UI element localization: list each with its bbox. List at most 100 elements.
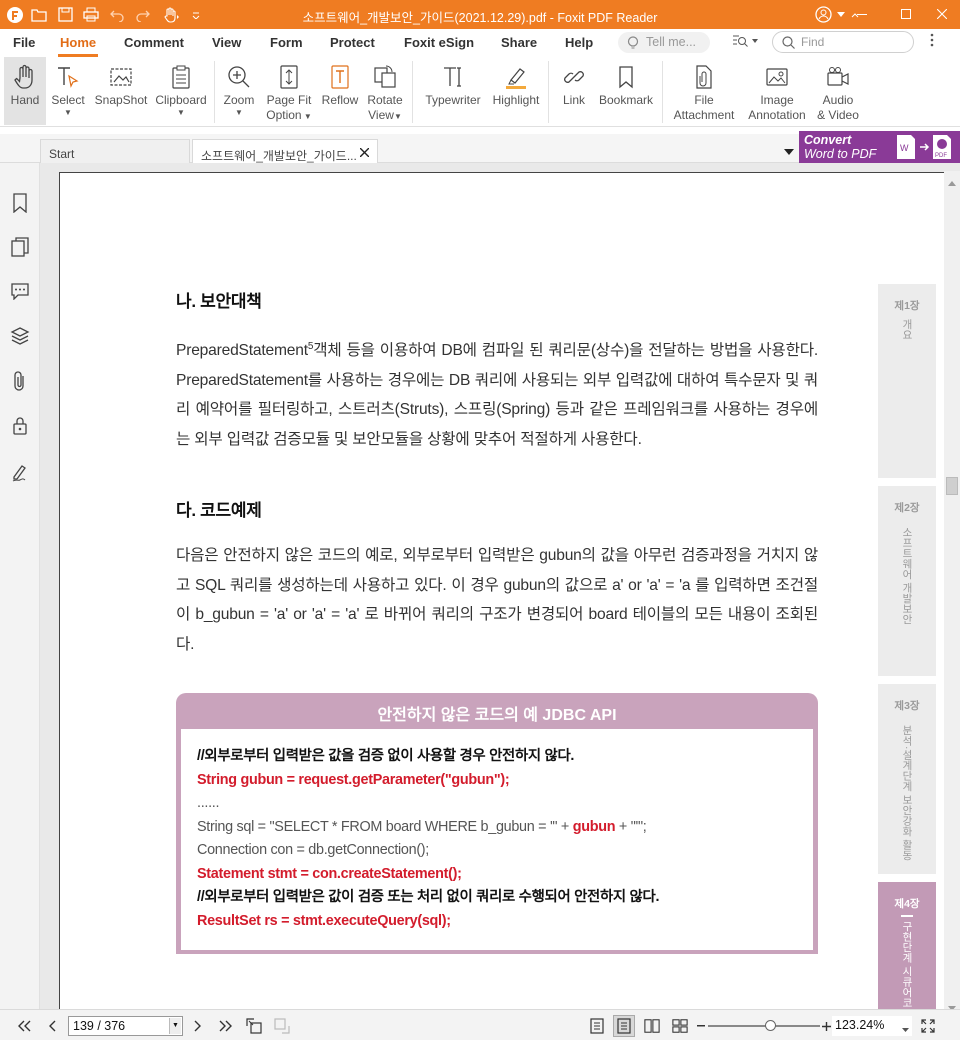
- reflow-label: Reflow: [321, 93, 359, 107]
- more-options-icon[interactable]: [930, 33, 942, 51]
- hand-icon: [14, 64, 33, 89]
- link-button[interactable]: Link: [556, 57, 592, 125]
- account-icon[interactable]: [812, 6, 834, 23]
- rotate-label-2: View▼: [368, 108, 402, 122]
- audio-video-label-1: Audio: [822, 93, 854, 107]
- snapshot-button[interactable]: SnapShot: [92, 57, 150, 125]
- zoom-level-input[interactable]: 123.24%: [832, 1016, 912, 1036]
- clipboard-button[interactable]: Clipboard ▼: [154, 57, 208, 125]
- close-tab-icon[interactable]: [359, 146, 370, 160]
- chapter-name: 구현단계 시큐어코: [901, 921, 913, 1008]
- fullscreen-icon[interactable]: [920, 1018, 936, 1034]
- minimize-button[interactable]: [842, 4, 882, 24]
- code-line: ResultSet rs = stmt.executeQuery(sql);: [197, 912, 451, 929]
- rotate-label-1: Rotate: [367, 93, 403, 107]
- typewriter-button[interactable]: Typewriter: [420, 57, 486, 125]
- snapshot-label: SnapShot: [94, 93, 148, 107]
- menu-protect[interactable]: Protect: [330, 35, 375, 50]
- attachments-panel-icon[interactable]: [9, 370, 31, 392]
- navigation-panel: [0, 163, 47, 1009]
- chapter-name: 분석·설계단계 보안강화 활동: [901, 725, 913, 861]
- hand-button[interactable]: Hand: [4, 57, 46, 125]
- zoom-dropdown-icon[interactable]: [902, 1021, 909, 1035]
- file-attachment-button[interactable]: File Attachment: [668, 57, 740, 125]
- page-number-input[interactable]: 139 / 376 ▼: [68, 1016, 183, 1036]
- page-dropdown-icon[interactable]: ▼: [169, 1018, 181, 1034]
- menu-view[interactable]: View: [212, 35, 241, 50]
- zoom-slider-thumb[interactable]: [764, 1020, 776, 1031]
- page-fit-label-2: Option ▼: [266, 108, 312, 122]
- link-icon: [564, 71, 584, 83]
- code-line: //외부로부터 입력받은 값이 검증 또는 처리 없이 쿼리로 수행되어 안전하…: [197, 889, 660, 905]
- menu-form[interactable]: Form: [270, 35, 303, 50]
- select-button[interactable]: Select ▼: [50, 57, 86, 125]
- image-annotation-button[interactable]: Image Annotation: [742, 57, 812, 125]
- last-page-icon[interactable]: [218, 1018, 234, 1034]
- menu-file[interactable]: File: [13, 35, 35, 50]
- continuous-facing-view-icon[interactable]: [672, 1018, 688, 1034]
- rotate-view-button[interactable]: Rotate View▼: [362, 57, 408, 125]
- close-button[interactable]: [922, 4, 960, 24]
- menu-comment[interactable]: Comment: [124, 35, 184, 50]
- bookmarks-panel-icon[interactable]: [9, 192, 31, 214]
- single-page-view-icon[interactable]: [589, 1018, 605, 1034]
- highlight-button[interactable]: Highlight: [488, 57, 544, 125]
- page-fit-icon: [280, 65, 298, 89]
- zoom-out-icon[interactable]: [696, 1018, 706, 1034]
- svg-text:W: W: [900, 143, 909, 153]
- menu-help[interactable]: Help: [565, 35, 593, 50]
- security-panel-icon[interactable]: [9, 415, 31, 437]
- previous-page-icon[interactable]: [44, 1018, 60, 1034]
- audio-video-button[interactable]: Audio & Video: [814, 57, 862, 125]
- next-view-icon[interactable]: [274, 1018, 290, 1034]
- scroll-thumb[interactable]: [946, 477, 958, 495]
- chapter-number: 제1장: [894, 300, 920, 312]
- chapter-number: 제3장: [894, 700, 920, 712]
- menu-share[interactable]: Share: [501, 35, 537, 50]
- clipboard-icon: [172, 65, 190, 89]
- zoom-button[interactable]: Zoom ▼: [220, 57, 258, 125]
- search-options-icon[interactable]: [732, 34, 762, 50]
- image-annotation-icon: [766, 68, 788, 86]
- menu-home[interactable]: Home: [57, 35, 99, 57]
- facing-view-icon[interactable]: [644, 1018, 660, 1034]
- file-attachment-label-2: Attachment: [673, 108, 735, 122]
- pages-panel-icon[interactable]: [9, 236, 31, 258]
- scroll-up-icon[interactable]: [948, 175, 956, 189]
- find-input[interactable]: Find: [772, 31, 914, 53]
- tell-me-search[interactable]: Tell me...: [618, 32, 710, 53]
- page-fit-option-button[interactable]: Page Fit Option ▼: [262, 57, 316, 125]
- next-page-icon[interactable]: [190, 1018, 206, 1034]
- reflow-button[interactable]: Reflow: [318, 57, 362, 125]
- select-label: Select: [51, 93, 85, 107]
- first-page-icon[interactable]: [16, 1018, 32, 1034]
- zoom-icon: [228, 66, 250, 88]
- snapshot-icon: [110, 68, 132, 86]
- comments-panel-icon[interactable]: [9, 280, 31, 302]
- select-text-icon: [58, 67, 79, 88]
- file-attachment-icon: [696, 65, 712, 89]
- convert-word-to-pdf-banner[interactable]: Convert Word to PDF W PDF: [799, 131, 960, 163]
- highlight-label: Highlight: [492, 93, 540, 107]
- zoom-in-icon[interactable]: [820, 1018, 832, 1034]
- menu-foxit-esign[interactable]: Foxit eSign: [404, 35, 474, 50]
- vertical-scrollbar[interactable]: [944, 171, 960, 1011]
- chapter-name: 개요: [901, 319, 913, 340]
- tab-document[interactable]: 소프트웨어_개발보안_가이드...: [192, 139, 378, 163]
- highlight-icon: [506, 68, 526, 89]
- chapter-tab-1: 제1장 개요: [878, 284, 936, 478]
- convert-label-2: Word to PDF: [804, 147, 877, 161]
- continuous-view-icon[interactable]: [613, 1015, 635, 1037]
- previous-view-icon[interactable]: [246, 1018, 262, 1034]
- clipboard-dropdown-icon: ▼: [177, 108, 185, 117]
- tab-start[interactable]: Start: [40, 139, 190, 163]
- zoom-slider[interactable]: [708, 1020, 820, 1031]
- lightbulb-icon: [627, 36, 639, 49]
- tab-list-dropdown-icon[interactable]: [784, 144, 794, 158]
- code-line: String gubun = request.getParameter("gub…: [197, 771, 510, 788]
- bookmark-button[interactable]: Bookmark: [596, 57, 656, 125]
- signature-panel-icon[interactable]: [9, 461, 31, 483]
- rotate-view-icon: [374, 65, 396, 88]
- maximize-button[interactable]: [886, 4, 926, 24]
- layers-panel-icon[interactable]: [9, 325, 31, 347]
